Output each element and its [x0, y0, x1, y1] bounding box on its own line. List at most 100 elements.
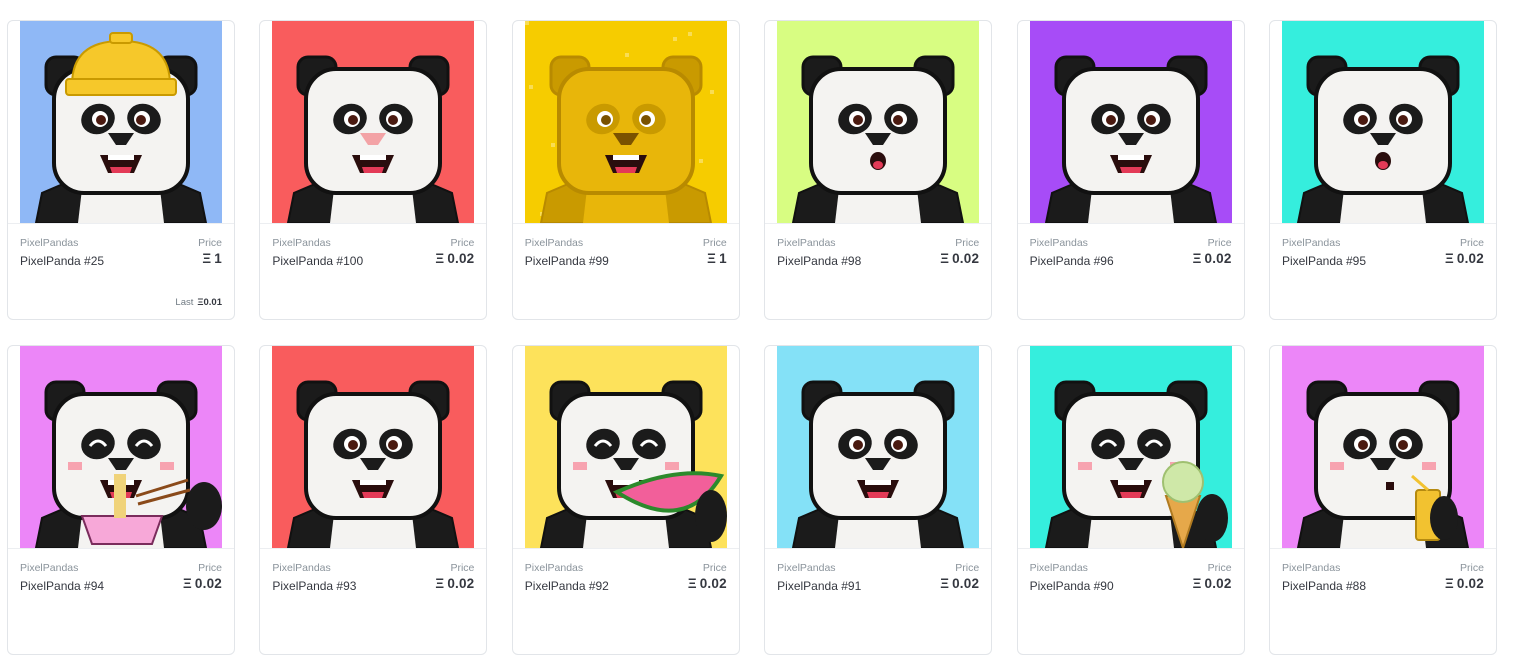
nft-card[interactable]: PixelPandas PixelPanda #25 Price Ξ1 Last…: [7, 20, 235, 320]
nft-card[interactable]: PixelPandas PixelPanda #96 Price Ξ 0.02: [1016, 20, 1245, 320]
nft-card[interactable]: PixelPandas PixelPanda #94 Price Ξ 0.02: [7, 345, 235, 655]
price-value: Ξ 0.02: [1445, 576, 1484, 591]
nft-grid: PixelPandas PixelPanda #25 Price Ξ1 Last…: [7, 20, 1497, 655]
eth-icon: Ξ: [1192, 251, 1202, 266]
nft-name[interactable]: PixelPanda #96: [1030, 254, 1114, 268]
price-amount: 0.02: [194, 576, 222, 591]
nft-name[interactable]: PixelPanda #99: [525, 254, 609, 268]
nft-name[interactable]: PixelPanda #25: [20, 254, 104, 268]
eth-icon: Ξ: [707, 251, 717, 266]
panda-avatar: [272, 21, 475, 223]
panda-avatar: [20, 21, 222, 223]
last-sale-value: Ξ0.01: [197, 297, 222, 308]
price-value: Ξ 0.02: [940, 251, 979, 266]
panda-avatar: [1281, 21, 1484, 223]
nft-card[interactable]: PixelPandas PixelPanda #90 Price Ξ 0.02: [1016, 345, 1245, 655]
nft-card[interactable]: PixelPandas PixelPanda #88 Price Ξ 0.02: [1268, 345, 1497, 655]
price-value: Ξ 0.02: [435, 576, 474, 591]
nft-image[interactable]: [20, 21, 222, 223]
nft-card[interactable]: PixelPandas PixelPanda #95 Price Ξ 0.02: [1268, 20, 1497, 320]
collection-name[interactable]: PixelPandas: [272, 237, 330, 249]
panda-avatar: [777, 21, 980, 223]
price-amount: 0.02: [1204, 251, 1232, 266]
nft-image[interactable]: [524, 346, 727, 548]
nft-card[interactable]: PixelPandas PixelPanda #99 Price Ξ1: [511, 20, 740, 320]
nft-image[interactable]: [777, 21, 980, 223]
price-amount: 0.02: [447, 576, 475, 591]
price-amount: 0.02: [952, 251, 980, 266]
collection-name[interactable]: PixelPandas: [1030, 562, 1088, 574]
price-amount: 1: [719, 251, 727, 266]
price-amount: 0.02: [1204, 576, 1232, 591]
nft-image[interactable]: [1281, 21, 1484, 223]
price-amount: 0.02: [1456, 576, 1484, 591]
nft-name[interactable]: PixelPanda #95: [1282, 254, 1366, 268]
price-value: Ξ 0.02: [1193, 251, 1232, 266]
eth-icon: Ξ: [435, 576, 445, 591]
divider: [1269, 548, 1496, 549]
nft-card[interactable]: PixelPandas PixelPanda #98 Price Ξ 0.02: [764, 20, 993, 320]
nft-name[interactable]: PixelPanda #94: [20, 579, 104, 593]
collection-name[interactable]: PixelPandas: [777, 562, 835, 574]
price-label: Price: [1460, 562, 1484, 574]
nft-name[interactable]: PixelPanda #91: [777, 579, 861, 593]
nft-image[interactable]: [524, 21, 727, 223]
nft-image[interactable]: [272, 21, 475, 223]
price-amount: 0.02: [447, 251, 475, 266]
last-sale: Last Ξ0.01: [175, 297, 222, 308]
nft-name[interactable]: PixelPanda #92: [525, 579, 609, 593]
price-value: Ξ 0.02: [183, 576, 222, 591]
collection-name[interactable]: PixelPandas: [525, 237, 583, 249]
nft-card[interactable]: PixelPandas PixelPanda #100 Price Ξ 0.02: [259, 20, 488, 320]
divider: [512, 223, 739, 224]
panda-avatar: [777, 346, 980, 548]
collection-name[interactable]: PixelPandas: [272, 562, 330, 574]
price-amount: 0.02: [699, 576, 727, 591]
collection-name[interactable]: PixelPandas: [1282, 237, 1340, 249]
nft-name[interactable]: PixelPanda #93: [272, 579, 356, 593]
price-value: Ξ 0.02: [688, 576, 727, 591]
collection-name[interactable]: PixelPandas: [20, 562, 78, 574]
last-sale-amount: 0.01: [203, 297, 223, 308]
collection-name[interactable]: PixelPandas: [777, 237, 835, 249]
price-value: Ξ 0.02: [1445, 251, 1484, 266]
price-amount: 0.02: [1456, 251, 1484, 266]
nft-name[interactable]: PixelPanda #88: [1282, 579, 1366, 593]
price-amount: 1: [214, 251, 222, 266]
nft-name[interactable]: PixelPanda #90: [1030, 579, 1114, 593]
eth-icon: Ξ: [1444, 251, 1454, 266]
divider: [1017, 223, 1244, 224]
price-value: Ξ 0.02: [1193, 576, 1232, 591]
collection-name[interactable]: PixelPandas: [1030, 237, 1088, 249]
divider: [8, 548, 234, 549]
price-label: Price: [450, 237, 475, 249]
divider: [765, 548, 992, 549]
nft-image[interactable]: [20, 346, 222, 548]
nft-image[interactable]: [777, 346, 980, 548]
nft-image[interactable]: [1029, 346, 1232, 548]
panda-avatar: [1281, 346, 1484, 548]
eth-icon: Ξ: [1192, 576, 1202, 591]
nft-image[interactable]: [1281, 346, 1484, 548]
collection-name[interactable]: PixelPandas: [20, 237, 78, 249]
nft-name[interactable]: PixelPanda #100: [272, 254, 363, 268]
nft-image[interactable]: [272, 346, 475, 548]
price-value: Ξ 0.02: [940, 576, 979, 591]
price-label: Price: [1460, 237, 1484, 249]
eth-icon: Ξ: [940, 251, 950, 266]
divider: [1269, 223, 1496, 224]
nft-image[interactable]: [1029, 21, 1232, 223]
nft-card[interactable]: PixelPandas PixelPanda #92 Price Ξ 0.02: [511, 345, 740, 655]
divider: [260, 223, 487, 224]
divider: [8, 223, 234, 224]
collection-name[interactable]: PixelPandas: [1282, 562, 1340, 574]
price-value: Ξ1: [707, 251, 727, 266]
price-label: Price: [702, 562, 727, 574]
price-label: Price: [1207, 562, 1232, 574]
eth-icon: Ξ: [940, 576, 950, 591]
collection-name[interactable]: PixelPandas: [525, 562, 583, 574]
nft-card[interactable]: PixelPandas PixelPanda #91 Price Ξ 0.02: [764, 345, 993, 655]
eth-icon: Ξ: [1444, 576, 1454, 591]
nft-card[interactable]: PixelPandas PixelPanda #93 Price Ξ 0.02: [259, 345, 488, 655]
nft-name[interactable]: PixelPanda #98: [777, 254, 861, 268]
